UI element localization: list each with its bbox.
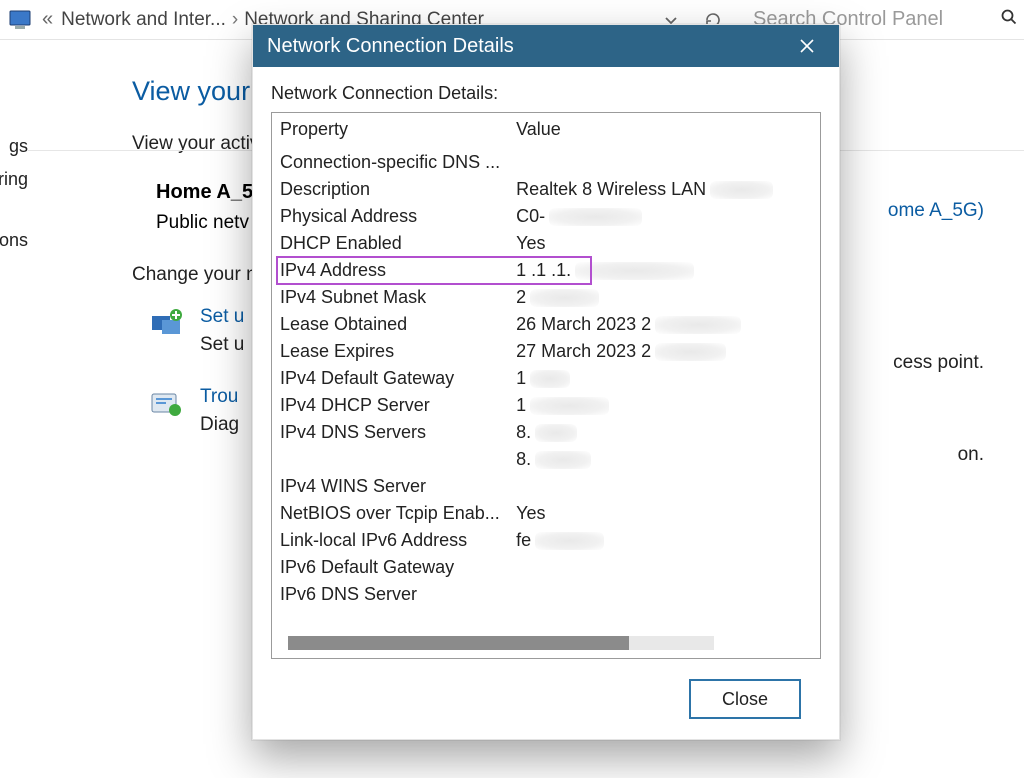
column-header-property[interactable]: Property	[272, 113, 508, 149]
table-row[interactable]: IPv4 Subnet Mask2	[272, 284, 820, 311]
value-cell	[508, 581, 820, 608]
table-row[interactable]: DHCP EnabledYes	[272, 230, 820, 257]
table-row[interactable]: IPv6 Default Gateway	[272, 554, 820, 581]
value-cell	[508, 149, 820, 177]
value-cell: 1	[508, 392, 820, 419]
value-cell: 8.	[508, 419, 820, 446]
property-cell: IPv6 Default Gateway	[272, 554, 508, 581]
property-cell: Lease Obtained	[272, 311, 508, 338]
close-icon[interactable]	[789, 28, 825, 64]
table-row[interactable]: IPv4 Address1 .1 .1.	[272, 257, 820, 284]
property-cell: Description	[272, 176, 508, 203]
property-cell: IPv6 DNS Server	[272, 581, 508, 608]
network-connection-details-dialog: Network Connection Details Network Conne…	[252, 24, 840, 740]
horizontal-scrollbar[interactable]	[288, 636, 714, 650]
value-cell: 2	[508, 284, 820, 311]
table-row[interactable]: IPv6 DNS Server	[272, 581, 820, 608]
table-row[interactable]: Lease Obtained26 March 2023 2	[272, 311, 820, 338]
value-cell: 26 March 2023 2	[508, 311, 820, 338]
property-cell: IPv4 WINS Server	[272, 473, 508, 500]
table-row[interactable]: 8.	[272, 446, 820, 473]
value-cell: 1	[508, 365, 820, 392]
dialog-body-label: Network Connection Details:	[271, 83, 821, 104]
table-row[interactable]: Lease Expires27 March 2023 2	[272, 338, 820, 365]
value-cell: 27 March 2023 2	[508, 338, 820, 365]
value-cell: C0-	[508, 203, 820, 230]
dialog-title: Network Connection Details	[267, 35, 514, 58]
property-cell: IPv4 Address	[272, 257, 508, 284]
property-cell: NetBIOS over Tcpip Enab...	[272, 500, 508, 527]
dialog-titlebar[interactable]: Network Connection Details	[253, 25, 839, 67]
value-cell: Yes	[508, 230, 820, 257]
value-cell	[508, 554, 820, 581]
value-cell	[508, 473, 820, 500]
close-button[interactable]: Close	[689, 679, 801, 719]
value-cell: fe	[508, 527, 820, 554]
scrollbar-thumb[interactable]	[288, 636, 629, 650]
table-row[interactable]: IPv4 DHCP Server1	[272, 392, 820, 419]
property-cell: IPv4 Subnet Mask	[272, 284, 508, 311]
value-cell: 1 .1 .1.	[508, 257, 820, 284]
table-row[interactable]: Link-local IPv6 Addressfe	[272, 527, 820, 554]
table-row[interactable]: Connection-specific DNS ...	[272, 149, 820, 177]
value-cell: Yes	[508, 500, 820, 527]
property-cell: Connection-specific DNS ...	[272, 149, 508, 177]
column-header-value[interactable]: Value	[508, 113, 820, 149]
table-row[interactable]: IPv4 DNS Servers8.	[272, 419, 820, 446]
property-cell: IPv4 DNS Servers	[272, 419, 508, 446]
table-row[interactable]: Physical AddressC0-	[272, 203, 820, 230]
property-cell: Link-local IPv6 Address	[272, 527, 508, 554]
details-table-container: Property Value Connection-specific DNS .…	[271, 112, 821, 659]
property-cell: IPv4 DHCP Server	[272, 392, 508, 419]
table-row[interactable]: IPv4 WINS Server	[272, 473, 820, 500]
table-row[interactable]: IPv4 Default Gateway1	[272, 365, 820, 392]
details-table: Property Value Connection-specific DNS .…	[272, 113, 820, 608]
table-row[interactable]: DescriptionRealtek 8 Wireless LAN	[272, 176, 820, 203]
property-cell	[272, 446, 508, 473]
table-row[interactable]: NetBIOS over Tcpip Enab...Yes	[272, 500, 820, 527]
property-cell: DHCP Enabled	[272, 230, 508, 257]
property-cell: IPv4 Default Gateway	[272, 365, 508, 392]
property-cell: Lease Expires	[272, 338, 508, 365]
value-cell: 8.	[508, 446, 820, 473]
dialog-backdrop: Network Connection Details Network Conne…	[0, 0, 1024, 778]
property-cell: Physical Address	[272, 203, 508, 230]
value-cell: Realtek 8 Wireless LAN	[508, 176, 820, 203]
